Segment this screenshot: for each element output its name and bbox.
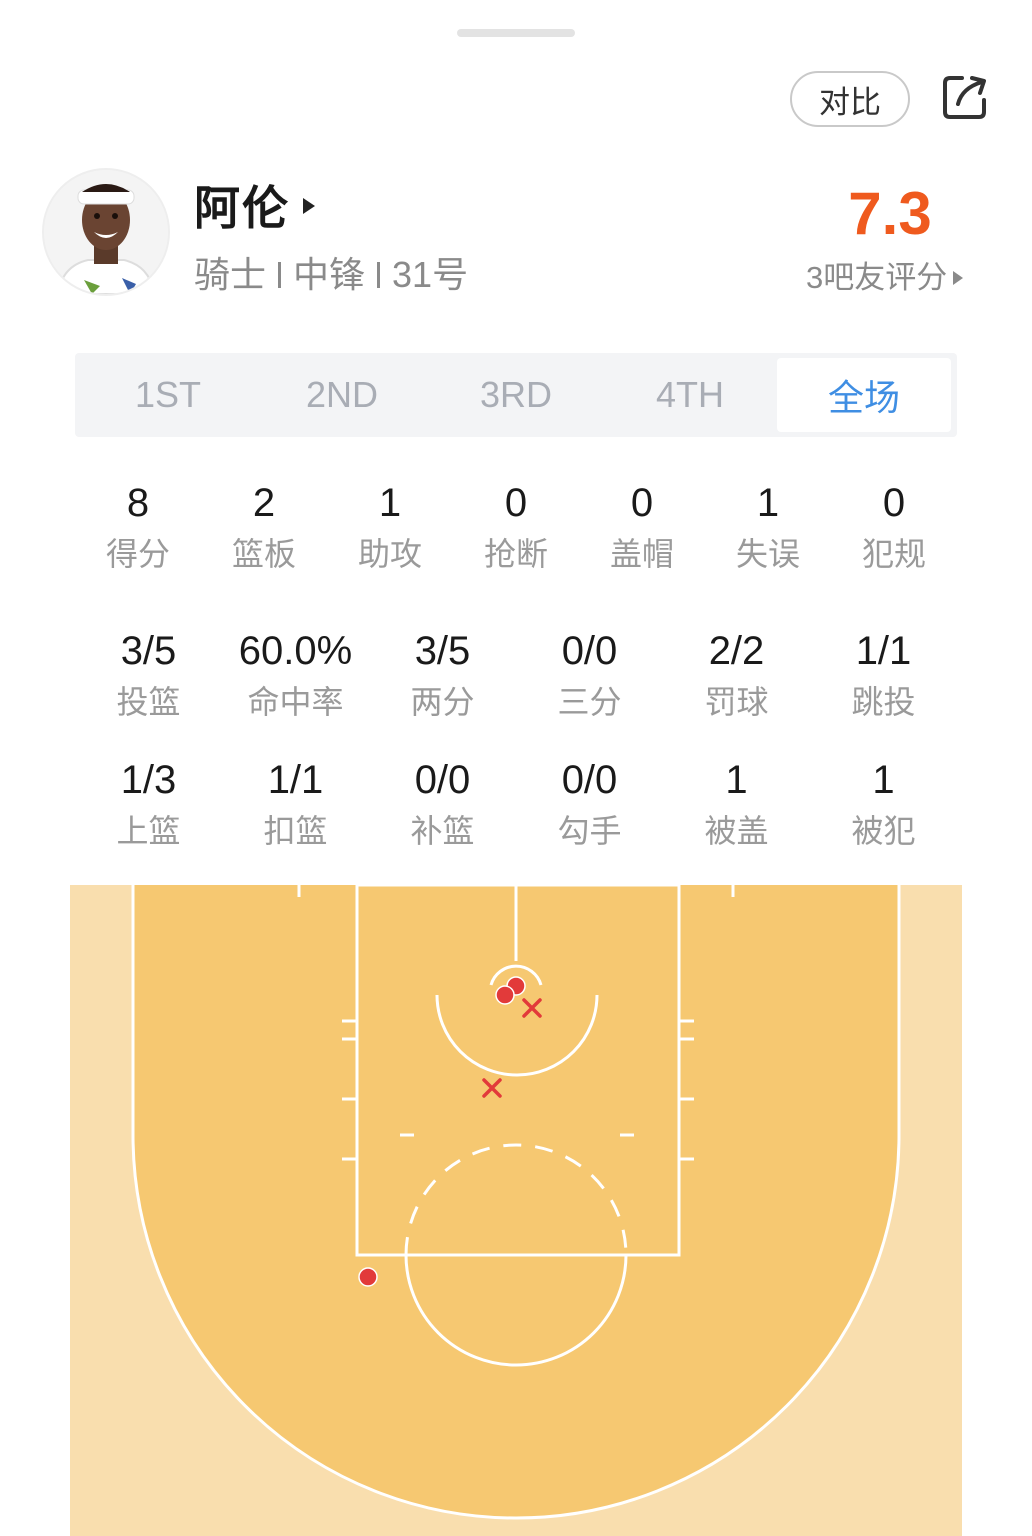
stat-value: 1 <box>756 481 780 525</box>
player-name[interactable]: 阿伦 <box>194 178 290 238</box>
stat-value: 0 <box>630 481 654 525</box>
rating-score: 7.3 <box>848 180 932 247</box>
stat-layup: 1/3 上篮 <box>75 755 222 853</box>
tab-4th[interactable]: 4TH <box>603 358 777 432</box>
tab-3rd[interactable]: 3RD <box>429 358 603 432</box>
stat-value: 3/5 <box>120 629 177 673</box>
rating-label: 3吧友评分 <box>806 260 948 295</box>
player-meta: 骑士 中锋 31号 <box>194 252 468 298</box>
stat-value: 8 <box>126 481 150 525</box>
stat-blocks: 0 盖帽 <box>579 478 705 576</box>
divider <box>278 262 282 288</box>
stat-value: 1/1 <box>855 629 912 673</box>
stat-label: 篮板 <box>231 536 296 572</box>
stats-shooting-row: 3/5 投篮 60.0% 命中率 3/5 两分 0/0 三分 2/2 罚球 1/1 跳投 <box>75 626 957 724</box>
stat-value: 1/1 <box>267 758 324 802</box>
stat-label: 被盖 <box>704 813 769 849</box>
stat-label: 补篮 <box>410 813 475 849</box>
share-icon[interactable] <box>940 72 990 122</box>
shot-made-marker <box>495 985 515 1005</box>
stat-fouled: 1 被犯 <box>810 755 957 853</box>
stat-value: 0 <box>504 481 528 525</box>
stat-steals: 0 抢断 <box>453 478 579 576</box>
stat-label: 勾手 <box>557 813 622 849</box>
stat-label: 跳投 <box>851 684 916 720</box>
tab-full-game[interactable]: 全场 <box>777 358 951 432</box>
stat-label: 命中率 <box>247 684 344 720</box>
shot-made-marker <box>358 1267 378 1287</box>
stat-jumpshot: 1/1 跳投 <box>810 626 957 724</box>
stat-value: 1 <box>725 758 748 802</box>
stat-value: 1 <box>378 481 402 525</box>
stat-fouls: 0 犯规 <box>831 478 957 576</box>
stat-value: 60.0% <box>238 629 353 673</box>
stat-putback: 0/0 补篮 <box>369 755 516 853</box>
player-position: 中锋 <box>293 254 366 295</box>
stat-label: 抢断 <box>483 536 548 572</box>
stat-ft: 2/2 罚球 <box>663 626 810 724</box>
stat-label: 三分 <box>557 684 622 720</box>
stat-label: 失误 <box>735 536 800 572</box>
stat-dunk: 1/1 扣篮 <box>222 755 369 853</box>
stats-shot-types-row: 1/3 上篮 1/1 扣篮 0/0 补篮 0/0 勾手 1 被盖 1 被犯 <box>75 755 957 853</box>
caret-right-icon[interactable] <box>303 198 315 214</box>
stat-label: 两分 <box>410 684 475 720</box>
stat-blocked: 1 被盖 <box>663 755 810 853</box>
stat-value: 3/5 <box>414 629 471 673</box>
stat-label: 投篮 <box>116 684 181 720</box>
stat-rebounds: 2 篮板 <box>201 478 327 576</box>
stat-points: 8 得分 <box>75 478 201 576</box>
compare-button[interactable]: 对比 <box>790 71 910 127</box>
stat-value: 0/0 <box>414 758 471 802</box>
stat-label: 扣篮 <box>263 813 328 849</box>
stat-label: 被犯 <box>851 813 916 849</box>
stat-2pt: 3/5 两分 <box>369 626 516 724</box>
stat-value: 0/0 <box>561 758 618 802</box>
stat-assists: 1 助攻 <box>327 478 453 576</box>
shot-chart-court <box>70 885 962 1536</box>
player-team: 骑士 <box>194 254 267 295</box>
stat-label: 罚球 <box>704 684 769 720</box>
stat-label: 犯规 <box>861 536 926 572</box>
stat-value: 1 <box>872 758 895 802</box>
stat-value: 2 <box>252 481 276 525</box>
stat-label: 盖帽 <box>609 536 674 572</box>
stat-fg-pct: 60.0% 命中率 <box>222 626 369 724</box>
drag-handle[interactable] <box>457 29 575 37</box>
tab-1st[interactable]: 1ST <box>81 358 255 432</box>
player-avatar[interactable] <box>42 168 170 296</box>
caret-right-icon <box>953 271 964 285</box>
stat-value: 1/3 <box>120 758 177 802</box>
tab-2nd[interactable]: 2ND <box>255 358 429 432</box>
stats-main-row: 8 得分 2 篮板 1 助攻 0 抢断 0 盖帽 1 失误 0 犯规 <box>75 478 957 576</box>
stat-label: 得分 <box>105 536 170 572</box>
period-tabs: 1ST 2ND 3RD 4TH 全场 <box>75 353 957 437</box>
stat-fg: 3/5 投篮 <box>75 626 222 724</box>
rating-link[interactable]: 3吧友评分 <box>806 258 964 298</box>
stat-label: 上篮 <box>116 813 181 849</box>
player-number: 31号 <box>392 254 469 295</box>
stat-hook: 0/0 勾手 <box>516 755 663 853</box>
stat-3pt: 0/0 三分 <box>516 626 663 724</box>
stat-value: 0 <box>882 481 906 525</box>
stat-label: 助攻 <box>357 536 422 572</box>
stat-turnovers: 1 失误 <box>705 478 831 576</box>
stat-value: 0/0 <box>561 629 618 673</box>
divider <box>377 262 381 288</box>
stat-value: 2/2 <box>708 629 765 673</box>
